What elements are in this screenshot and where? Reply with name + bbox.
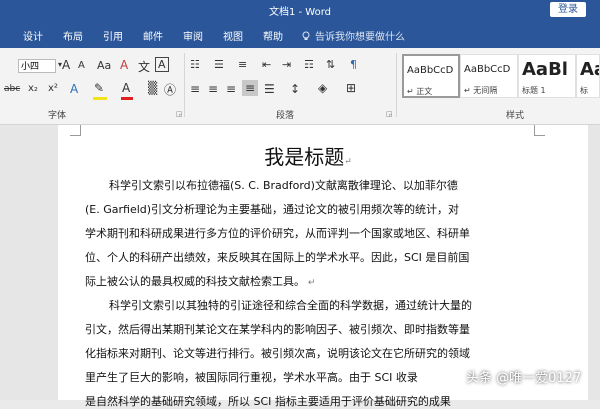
watermark: 头条 @唯一爱0127 bbox=[466, 371, 582, 386]
group-label-paragraph: 段落 bbox=[276, 111, 295, 121]
ribbon-tabs: 设计 布局 引用 邮件 审阅 视图 帮助 告诉我你想要做什么 bbox=[0, 20, 600, 48]
align-right-icon[interactable]: ≡ bbox=[226, 82, 236, 96]
text-line: 学术期刊和科研成果进行多方位的评价研究，从而评判一个国家或地区、科研单 bbox=[85, 227, 470, 240]
text-line: 引文，然后得出某期刊某论文在某学科内的影响因子、被引频次、即时指数等量 bbox=[85, 323, 470, 336]
login-button[interactable]: 登录 bbox=[550, 2, 586, 17]
justify-icon[interactable]: ≡ bbox=[242, 80, 258, 96]
style-normal[interactable]: AaBbCcD ↵ 正文 bbox=[402, 54, 460, 98]
decrease-indent-icon[interactable]: ⇤ bbox=[262, 58, 271, 71]
style-sample: AaBbCcD bbox=[407, 65, 454, 76]
paragraph-dialog-launcher-icon[interactable]: ◲ bbox=[386, 110, 393, 118]
text-line: 化指标来对期刊、论文等进行排行。被引频次高，说明该论文在它所研究的领域 bbox=[85, 347, 470, 360]
text-line: 科学引文索引以其独特的引证途径和综合全面的科学数据，通过统计大量的 bbox=[109, 299, 472, 312]
style-no-spacing[interactable]: AaBbCcD ↵ 无间隔 bbox=[460, 54, 518, 98]
multilevel-list-icon[interactable]: ≡ bbox=[238, 58, 247, 71]
text-line: 科学引文索引以布拉德福(S. C. Bradford)文献离散律理论、以加菲尔德 bbox=[109, 179, 458, 192]
window-title: 文档1 - Word bbox=[268, 7, 332, 18]
grow-font-button[interactable]: A bbox=[62, 58, 70, 72]
change-case-button[interactable]: Aa bbox=[97, 59, 111, 72]
group-label-styles: 样式 bbox=[506, 111, 525, 121]
subscript-button[interactable]: x₂ bbox=[28, 83, 38, 94]
chinese-layout-icon[interactable]: ☶ bbox=[304, 58, 314, 71]
align-center-icon[interactable]: ≡ bbox=[208, 82, 218, 96]
borders-icon[interactable]: ⊞ bbox=[346, 81, 356, 95]
character-border-button[interactable]: A bbox=[155, 57, 169, 72]
highlight-icon[interactable]: ✎ bbox=[94, 81, 104, 95]
font-color-button[interactable]: A bbox=[122, 81, 130, 95]
style-name: ↵ 无间隔 bbox=[464, 86, 498, 95]
group-divider bbox=[396, 53, 397, 117]
text-line: 是自然科学的基础研究领域，所以 SCI 指标主要适用于评价基础研究的成果 bbox=[85, 395, 451, 408]
character-shading-icon[interactable]: ▒ bbox=[148, 81, 157, 95]
document-area: 我是标题↵ 科学引文索引以布拉德福(S. C. Bradford)文献离散律理论… bbox=[0, 125, 600, 408]
tab-design[interactable]: 设计 bbox=[23, 28, 43, 43]
style-sample: AaBbCcD bbox=[464, 64, 511, 75]
style-name: ↵ 正文 bbox=[407, 87, 433, 96]
styles-gallery: AaBbCcD ↵ 正文 AaBbCcD ↵ 无间隔 AaBl 标题 1 Aa … bbox=[400, 54, 600, 104]
text-line: 际上被公认的最具权威的科技文献检索工具。 bbox=[85, 275, 305, 288]
style-name: 标 bbox=[580, 86, 588, 95]
tab-view[interactable]: 视图 bbox=[223, 28, 243, 43]
text-effects-button[interactable]: A bbox=[70, 82, 78, 96]
style-sample: Aa bbox=[580, 59, 599, 80]
title-bar: 文档1 - Word 登录 bbox=[0, 0, 600, 20]
increase-indent-icon[interactable]: ⇥ bbox=[282, 58, 291, 71]
text-line: 里产生了巨大的影响，被国际同行重视，学术水平高。由于 SCI 收录 bbox=[85, 371, 418, 384]
tab-references[interactable]: 引用 bbox=[103, 28, 123, 43]
shading-icon[interactable]: ◈ bbox=[318, 81, 327, 95]
show-marks-icon[interactable]: ¶ bbox=[350, 58, 357, 71]
style-name: 标题 1 bbox=[522, 86, 546, 95]
text-line: 位、个人的科研产出绩效，来反映其在国际上的学术水平。因此，SCI 是目前国 bbox=[85, 251, 470, 264]
tab-layout[interactable]: 布局 bbox=[63, 28, 83, 43]
line-spacing-icon[interactable]: ↕ bbox=[290, 82, 300, 96]
tell-me-search[interactable]: 告诉我你想要做什么 bbox=[301, 28, 405, 43]
distribute-icon[interactable]: ☰ bbox=[264, 82, 275, 96]
sort-icon[interactable]: ⇅ bbox=[326, 58, 335, 71]
tab-review[interactable]: 审阅 bbox=[183, 28, 203, 43]
title-text: 我是标题 bbox=[264, 145, 345, 169]
font-color-bar bbox=[121, 97, 133, 100]
document-page[interactable]: 我是标题↵ 科学引文索引以布拉德福(S. C. Bradford)文献离散律理论… bbox=[58, 125, 588, 408]
highlight-color-bar bbox=[93, 97, 107, 100]
bullets-icon[interactable]: ☷ bbox=[190, 58, 200, 71]
font-size-select[interactable]: 小四 bbox=[18, 59, 56, 73]
text-line: (E. Garfield)引文分析理论为主要基础，通过论文的被引用频次等的统计，… bbox=[85, 203, 460, 216]
margin-corner-mark bbox=[534, 125, 545, 136]
enclose-character-icon[interactable]: Ⓐ bbox=[164, 81, 176, 98]
group-label-font: 字体 bbox=[48, 111, 67, 121]
align-left-icon[interactable]: ≡ bbox=[190, 82, 200, 96]
paragraph-mark: ↵ bbox=[344, 157, 352, 167]
tab-help[interactable]: 帮助 bbox=[263, 28, 283, 43]
strikethrough-button[interactable]: abc bbox=[4, 84, 20, 94]
font-dialog-launcher-icon[interactable]: ◲ bbox=[176, 110, 183, 118]
numbering-icon[interactable]: ☰ bbox=[214, 58, 224, 71]
superscript-button[interactable]: x² bbox=[48, 83, 58, 94]
group-divider bbox=[184, 53, 185, 117]
shrink-font-button[interactable]: A bbox=[78, 60, 85, 71]
clear-format-button[interactable]: A bbox=[120, 58, 128, 72]
document-title[interactable]: 我是标题↵ bbox=[58, 141, 558, 170]
phonetic-guide-button[interactable]: 文 bbox=[138, 58, 150, 75]
margin-corner-mark bbox=[70, 125, 81, 136]
paragraph-mark: ↵ bbox=[305, 278, 316, 288]
lightbulb-icon bbox=[302, 31, 310, 40]
ribbon-home: 小四 ▾ A A Aa A 文 A abc x₂ x² A ✎ A ▒ Ⓐ 字体… bbox=[0, 48, 600, 125]
tab-mailings[interactable]: 邮件 bbox=[143, 28, 163, 43]
style-heading-1[interactable]: AaBl 标题 1 bbox=[518, 54, 576, 98]
style-heading-2[interactable]: Aa 标 bbox=[576, 54, 600, 98]
tell-me-label: 告诉我你想要做什么 bbox=[315, 32, 405, 43]
style-sample: AaBl bbox=[522, 59, 568, 80]
